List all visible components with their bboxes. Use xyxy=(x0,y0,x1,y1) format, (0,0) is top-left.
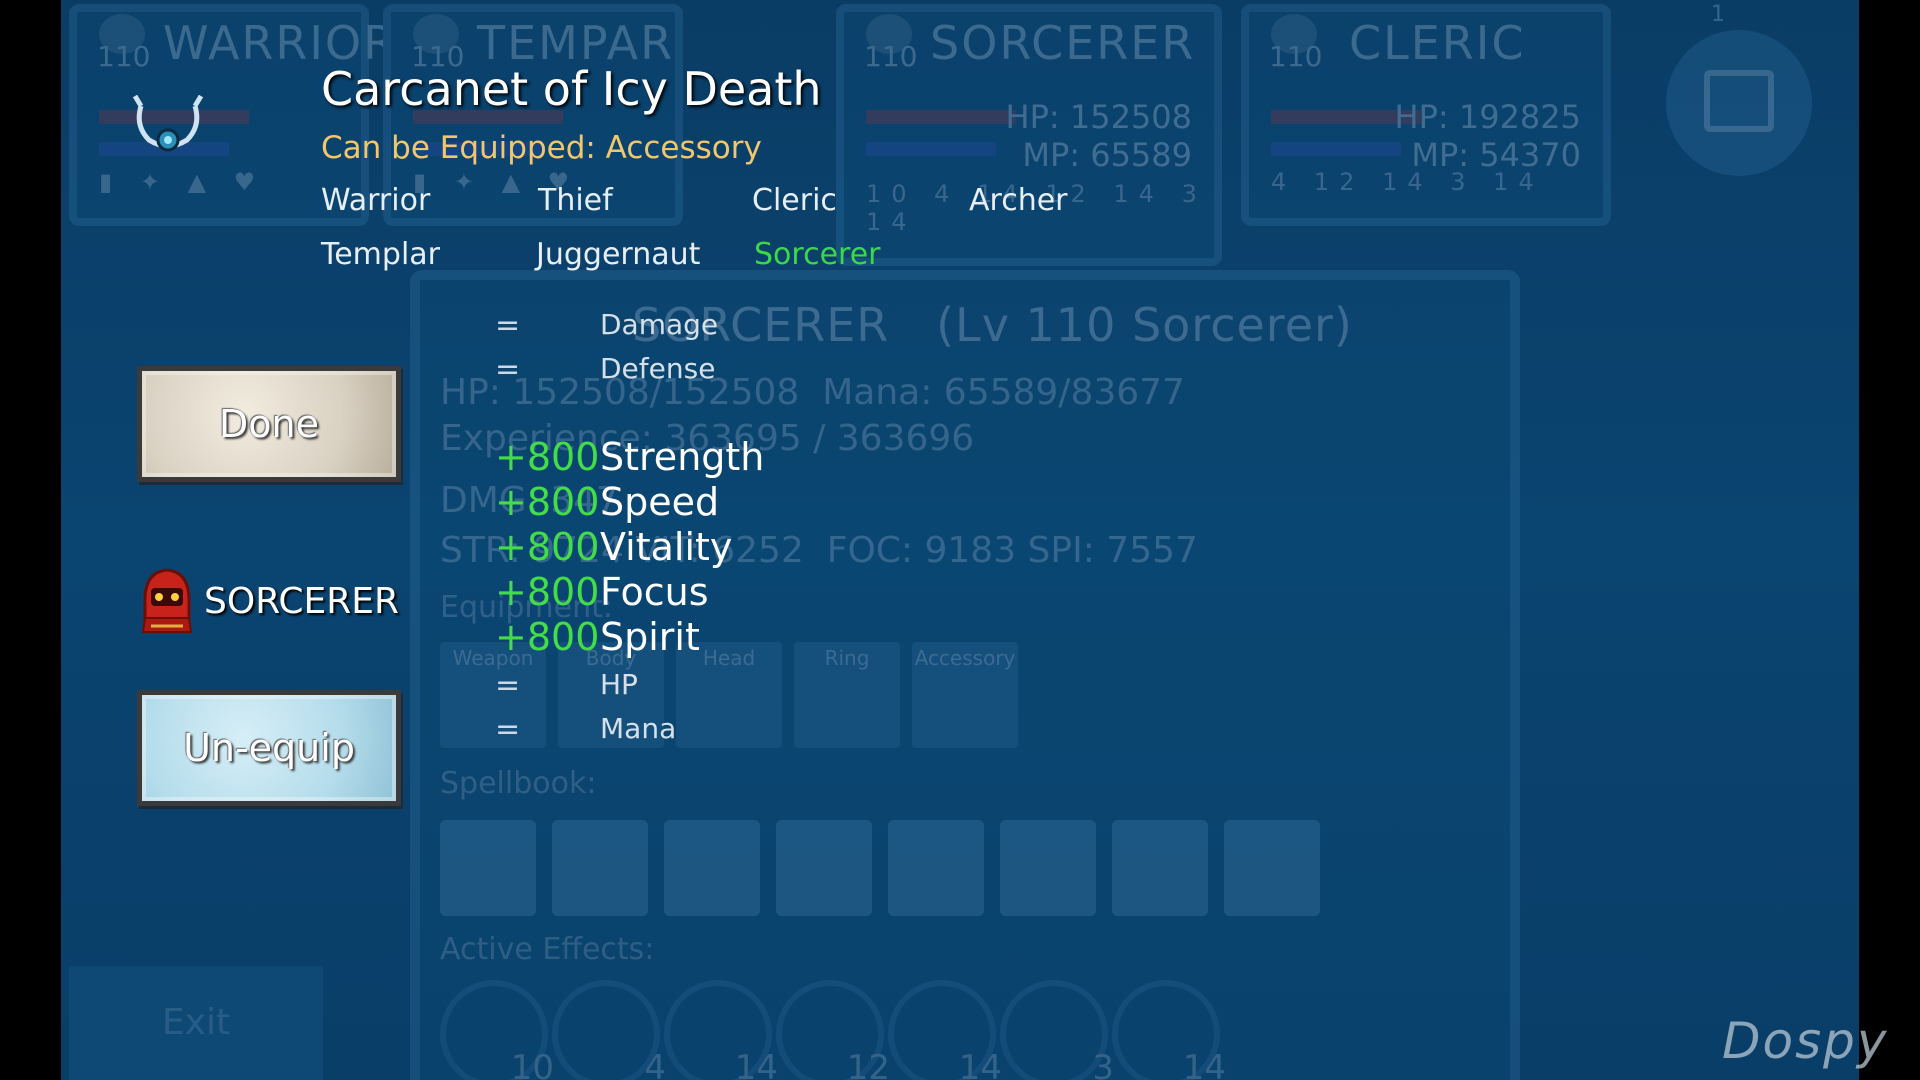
unequip-button[interactable]: Un-equip xyxy=(137,690,401,806)
item-tooltip: Carcanet of Icy Death Can be Equipped: A… xyxy=(61,0,1859,1080)
class-archer: Archer xyxy=(969,183,1068,218)
class-cleric: Cleric xyxy=(752,183,837,218)
equip-slot-label: Can be Equipped: Accessory xyxy=(321,130,762,166)
done-button-label: Done xyxy=(219,402,319,446)
class-juggernaut: Juggernaut xyxy=(536,237,701,272)
unequip-button-label: Un-equip xyxy=(183,726,355,770)
watermark: Dospy xyxy=(1722,1012,1889,1070)
character-name: SORCERER xyxy=(204,581,400,622)
game-screen: 110 WARRIOR ▮ ✦ ▲ ♥ 110 TEMPAR ▮ ✦ ▲ ♥ 1… xyxy=(61,0,1859,1080)
done-button[interactable]: Done xyxy=(137,366,401,482)
carcanet-icon xyxy=(132,94,204,152)
class-thief: Thief xyxy=(538,183,613,218)
sorcerer-avatar-icon xyxy=(141,568,193,633)
class-warrior: Warrior xyxy=(321,183,431,218)
item-name: Carcanet of Icy Death xyxy=(321,62,822,116)
class-sorcerer: Sorcerer xyxy=(754,237,881,272)
class-templar: Templar xyxy=(321,237,441,272)
